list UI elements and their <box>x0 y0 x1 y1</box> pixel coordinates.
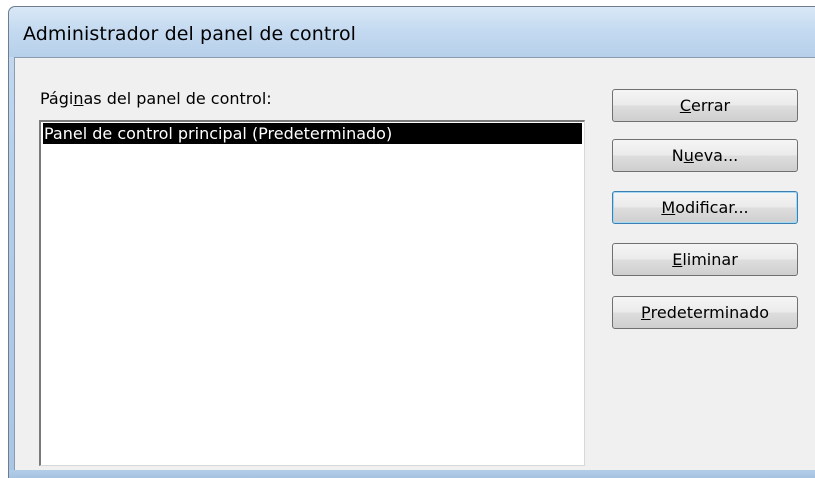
delete-button-post: liminar <box>682 250 738 269</box>
window-bottom-border <box>9 470 815 478</box>
set-default-button[interactable]: Predeterminado <box>612 296 798 329</box>
pages-list-label: Páginas del panel de control: <box>40 89 272 108</box>
new-button[interactable]: Nu eva... <box>612 139 798 172</box>
set-default-button-post: redeterminado <box>650 303 770 322</box>
set-default-button-accesskey: P <box>640 303 651 322</box>
edit-button-post: odificar... <box>675 198 749 217</box>
close-button[interactable]: Cerrar <box>612 89 798 122</box>
pages-list-label-post: as del panel de control: <box>83 89 272 108</box>
pages-list-label-accesskey: n <box>73 89 84 108</box>
close-button-post: errar <box>691 96 731 115</box>
pages-list-label-pre: Pági <box>40 89 74 108</box>
delete-button[interactable]: Eliminar <box>612 243 798 276</box>
dialog-body: Páginas del panel de control: Panel de c… <box>14 57 815 470</box>
new-button-accesskey: u <box>683 146 694 165</box>
delete-button-accesskey: E <box>672 250 683 269</box>
dialog-window: Administrador del panel de control Págin… <box>8 6 815 478</box>
new-button-post: eva... <box>693 146 739 165</box>
pages-listbox[interactable]: Panel de control principal (Predetermina… <box>39 120 585 466</box>
list-item[interactable]: Panel de control principal (Predetermina… <box>43 123 582 144</box>
new-button-pre: N <box>671 146 684 165</box>
title-bar[interactable]: Administrador del panel de control <box>9 7 815 57</box>
edit-button[interactable]: Modificar... <box>612 191 798 224</box>
window-title: Administrador del panel de control <box>23 23 357 45</box>
edit-button-accesskey: M <box>661 198 676 217</box>
close-button-accesskey: C <box>679 96 692 115</box>
